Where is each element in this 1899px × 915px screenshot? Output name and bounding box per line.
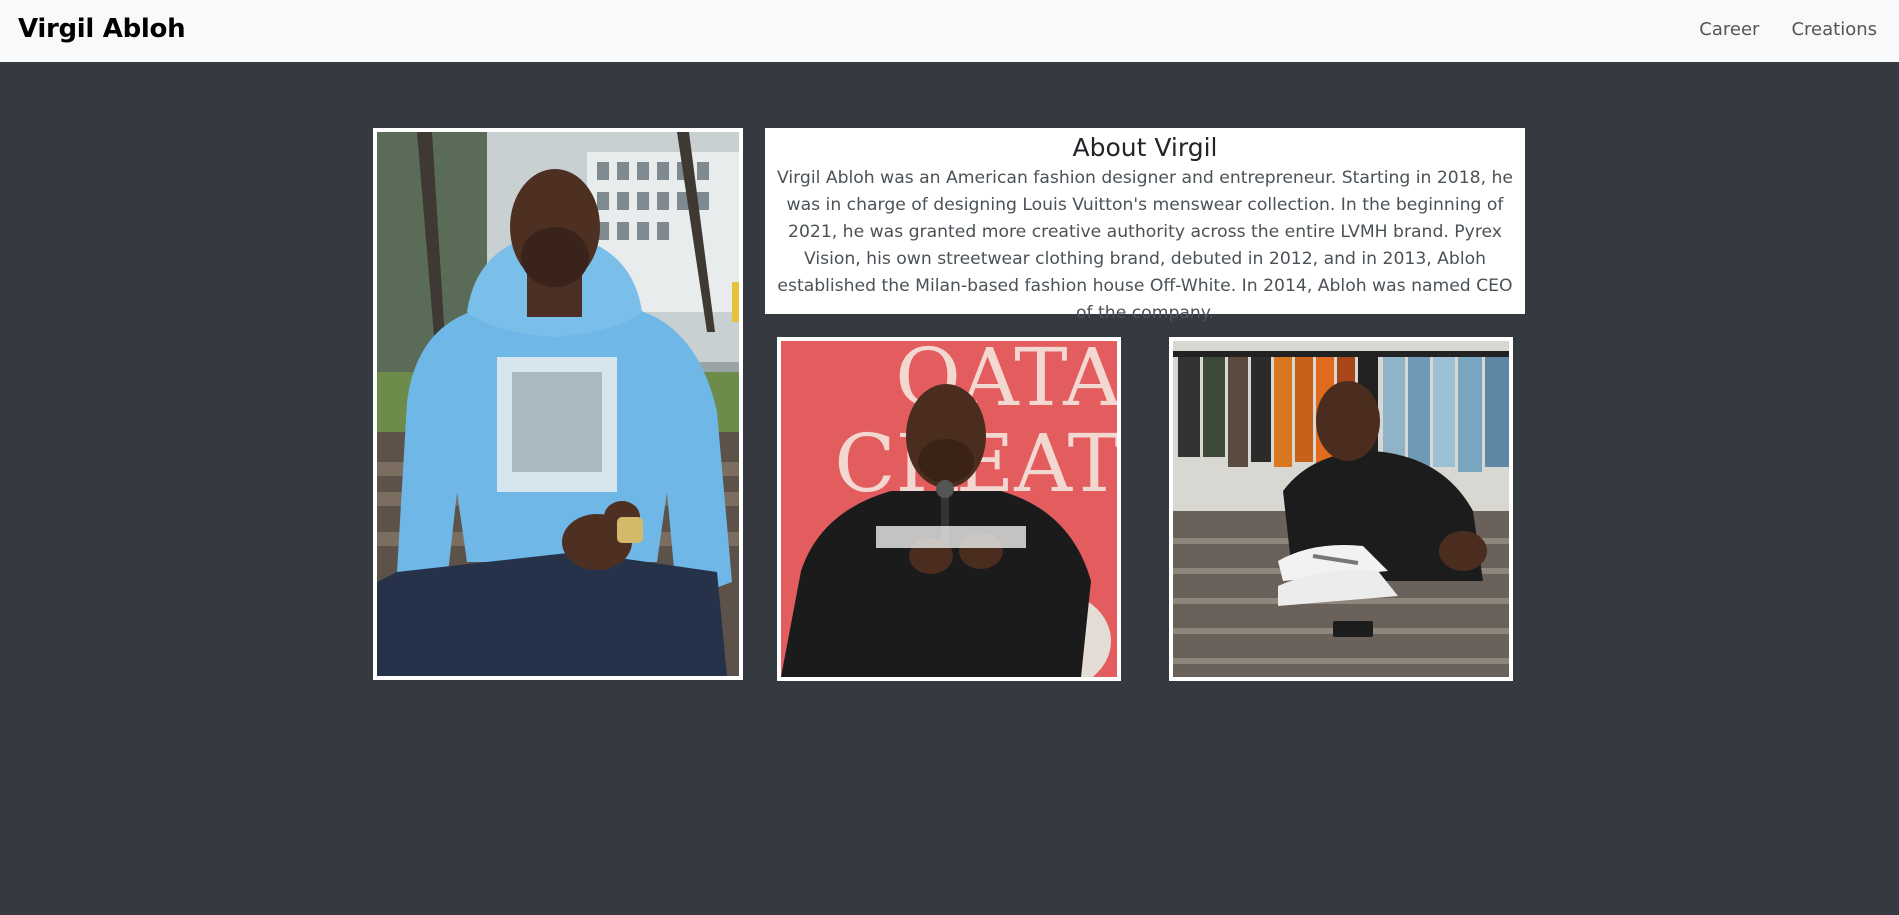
navbar: Virgil Abloh Career Creations — [0, 0, 1899, 62]
photo-portrait — [373, 128, 743, 680]
about-card: About Virgil Virgil Abloh was an America… — [765, 128, 1525, 323]
photo-speaking: QATA CREAT — [777, 337, 1121, 681]
photo-signing-sneakers — [1169, 337, 1513, 681]
nav-links: Career Creations — [1699, 19, 1877, 40]
about-text: Virgil Abloh was an American fashion des… — [776, 168, 1514, 323]
nav-link-career[interactable]: Career — [1699, 19, 1759, 40]
about-title: About Virgil — [1072, 133, 1218, 162]
brand-link[interactable]: Virgil Abloh — [18, 14, 186, 44]
nav-link-creations[interactable]: Creations — [1791, 19, 1877, 40]
